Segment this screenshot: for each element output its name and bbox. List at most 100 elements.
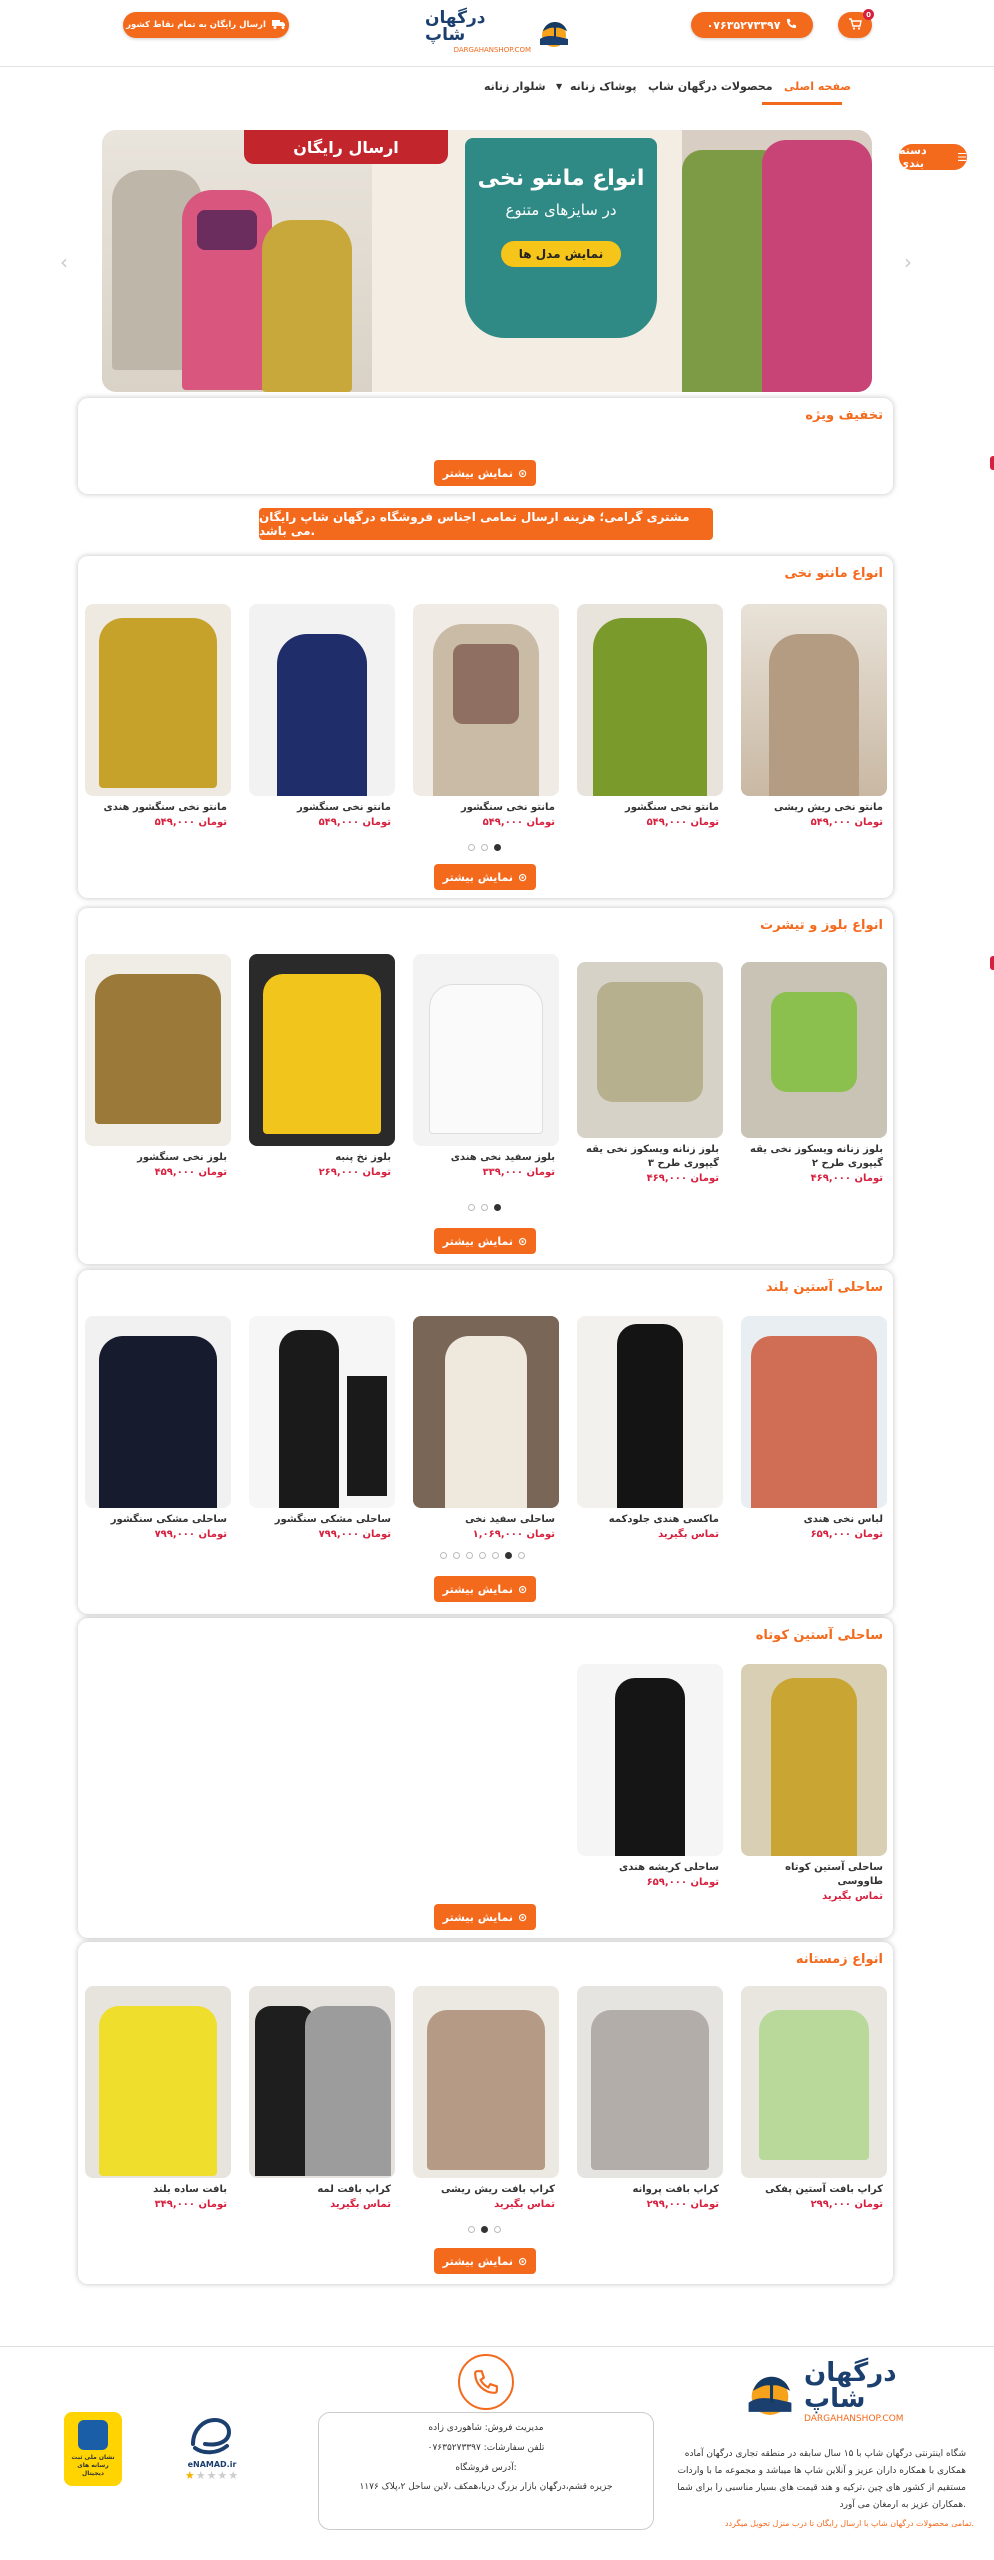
product-name[interactable]: ماکسی هندی جلودکمه	[577, 1513, 723, 1527]
product-name[interactable]: ساحلی کریشه هندی	[577, 1861, 723, 1875]
product-card[interactable]: کراپ بافت ریش ریشی تماس بگیرید	[413, 1986, 559, 2210]
side-widget-tab[interactable]	[990, 456, 994, 470]
carousel-dot[interactable]	[518, 1552, 525, 1559]
section-more-button[interactable]: نمایش بیشتر ⊙	[434, 1228, 536, 1254]
free-shipping-banner[interactable]: ارسال رایگان به تمام نقاط کشور	[123, 12, 289, 38]
order-phone[interactable]: تلفن سفارشات: ۰۷۶۳۵۲۷۳۳۹۷	[329, 2439, 643, 2459]
carousel-dot[interactable]	[505, 1552, 512, 1559]
product-name[interactable]: مانتو نخی سنگشور	[249, 801, 395, 815]
product-card[interactable]: بلوز نخی سنگشور ۴۵۹,۰۰۰ تومان	[85, 954, 231, 1178]
side-widget-tab[interactable]	[990, 956, 994, 970]
carousel-dots[interactable]	[440, 1552, 525, 1559]
carousel-dot[interactable]	[492, 1552, 499, 1559]
cart-button[interactable]: 0	[838, 9, 874, 38]
product-name[interactable]: مانتو نخی سنگشور	[577, 801, 723, 815]
product-image[interactable]	[577, 1316, 723, 1508]
product-image[interactable]	[249, 1316, 395, 1508]
product-card[interactable]: ماکسی هندی جلودکمه تماس بگیرید	[577, 1316, 723, 1540]
product-image[interactable]	[85, 954, 231, 1146]
nav-home[interactable]: صفحه اصلی	[784, 80, 851, 93]
footer-logo[interactable]: درگهان شاپ DARGAHANSHOP.COM	[744, 2360, 920, 2424]
product-name[interactable]: ساحلی مشکی سنگشور	[249, 1513, 395, 1527]
phone-button[interactable]: ۰۷۶۳۵۲۷۳۳۹۷	[691, 12, 813, 38]
product-name[interactable]: بلوز زنانه ویسکوز نخی یقه گیپوری طرح ۲	[741, 1143, 887, 1171]
carousel-dot[interactable]	[481, 2226, 488, 2233]
product-image[interactable]	[741, 1664, 887, 1856]
product-name[interactable]: کراپ بافت آستین پفکی	[741, 2183, 887, 2197]
product-card[interactable]: مانتو نخی سنگشور هندی ۵۴۹,۰۰۰ تومان	[85, 604, 231, 828]
carousel-dot[interactable]	[494, 844, 501, 851]
site-logo[interactable]: درگهان شاپ DARGAHANSHOP.COM	[425, 8, 571, 56]
categories-button[interactable]: دسته بندی ☰	[899, 144, 967, 170]
product-name[interactable]: بافت ساده بلند	[85, 2183, 231, 2197]
product-image[interactable]	[577, 604, 723, 796]
product-card[interactable]: کراپ بافت لمه تماس بگیرید	[249, 1986, 395, 2210]
carousel-dot[interactable]	[440, 1552, 447, 1559]
product-image[interactable]	[577, 962, 723, 1138]
product-name[interactable]: لباس نخی هندی	[741, 1513, 887, 1527]
product-name[interactable]: بلوز زنانه ویسکوز نخی یقه گیپوری طرح ۳	[577, 1143, 723, 1171]
product-image[interactable]	[413, 1986, 559, 2178]
product-card[interactable]: کراپ بافت پروانه ۲۹۹,۰۰۰ تومان	[577, 1986, 723, 2210]
carousel-dot[interactable]	[466, 1552, 473, 1559]
section-more-button[interactable]: نمایش بیشتر ⊙	[434, 864, 536, 890]
product-card[interactable]: لباس نخی هندی ۶۵۹,۰۰۰ تومان	[741, 1316, 887, 1540]
product-name[interactable]: ساحلی آستین کوتاه طاووسی	[741, 1861, 887, 1889]
carousel-dots[interactable]	[468, 1204, 501, 1211]
product-image[interactable]	[741, 1986, 887, 2178]
product-name[interactable]: بلوز نخی سنگشور	[85, 1151, 231, 1165]
product-name[interactable]: ساحلی سفید نخی	[413, 1513, 559, 1527]
nav-women-clothing[interactable]: پوشاک زنانه	[570, 80, 636, 93]
product-image[interactable]	[85, 1986, 231, 2178]
carousel-dot[interactable]	[453, 1552, 460, 1559]
slide-cta[interactable]: نمایش مدل ها	[500, 241, 622, 267]
nav-women-pants[interactable]: شلوار زنانه	[484, 80, 546, 93]
product-image[interactable]	[85, 604, 231, 796]
product-card[interactable]: بافت ساده بلند ۳۴۹,۰۰۰ تومان	[85, 1986, 231, 2210]
footer-phone-icon[interactable]	[458, 2354, 514, 2410]
product-image[interactable]	[413, 1316, 559, 1508]
carousel-dot[interactable]	[468, 1204, 475, 1211]
product-name[interactable]: ساحلی مشکی سنگشور	[85, 1513, 231, 1527]
product-card[interactable]: مانتو نخی ریش ریشی ۵۴۹,۰۰۰ تومان	[741, 604, 887, 828]
section-more-button[interactable]: نمایش بیشتر ⊙	[434, 1904, 536, 1930]
carousel-dot[interactable]	[494, 1204, 501, 1211]
product-card[interactable]: ساحلی مشکی سنگشور ۷۹۹,۰۰۰ تومان	[249, 1316, 395, 1540]
product-image[interactable]	[249, 604, 395, 796]
carousel-dot[interactable]	[468, 844, 475, 851]
special-more-button[interactable]: نمایش بیشتر ⊙	[434, 460, 536, 486]
carousel-dots[interactable]	[468, 844, 501, 851]
carousel-dot[interactable]	[468, 2226, 475, 2233]
product-card[interactable]: بلوز سفید نخی هندی ۳۳۹,۰۰۰ تومان	[413, 954, 559, 1178]
carousel-dot[interactable]	[479, 1552, 486, 1559]
product-image[interactable]	[741, 962, 887, 1138]
product-card[interactable]: بلوز زنانه ویسکوز نخی یقه گیپوری طرح ۳ ۴…	[577, 962, 723, 1184]
section-more-button[interactable]: نمایش بیشتر ⊙	[434, 2248, 536, 2274]
product-card[interactable]: ساحلی مشکی سنگشور ۷۹۹,۰۰۰ تومان	[85, 1316, 231, 1540]
product-image[interactable]	[741, 604, 887, 796]
product-image[interactable]	[577, 1986, 723, 2178]
product-card[interactable]: ساحلی آستین کوتاه طاووسی تماس بگیرید	[741, 1664, 887, 1902]
nav-products[interactable]: محصولات درگهان شاپ	[648, 80, 773, 93]
product-card[interactable]: کراپ بافت آستین پفکی ۲۹۹,۰۰۰ تومان	[741, 1986, 887, 2210]
product-image[interactable]	[85, 1316, 231, 1508]
product-name[interactable]: مانتو نخی سنگشور هندی	[85, 801, 231, 815]
product-image[interactable]	[413, 604, 559, 796]
product-card[interactable]: ساحلی سفید نخی ۱,۰۶۹,۰۰۰ تومان	[413, 1316, 559, 1540]
product-name[interactable]: کراپ بافت پروانه	[577, 2183, 723, 2197]
carousel-dots[interactable]	[468, 2226, 501, 2233]
product-card[interactable]: ساحلی کریشه هندی ۶۵۹,۰۰۰ تومان	[577, 1664, 723, 1888]
product-image[interactable]	[249, 1986, 395, 2178]
product-card[interactable]: بلوز زنانه ویسکوز نخی یقه گیپوری طرح ۲ ۴…	[741, 962, 887, 1184]
product-image[interactable]	[413, 954, 559, 1146]
product-card[interactable]: بلوز نخ پنبه ۲۶۹,۰۰۰ تومان	[249, 954, 395, 1178]
enamad-badge[interactable]: eNAMAD.ir ★★★★★	[172, 2414, 252, 2498]
product-card[interactable]: مانتو نخی سنگشور ۵۴۹,۰۰۰ تومان	[413, 604, 559, 828]
product-name[interactable]: بلوز سفید نخی هندی	[413, 1151, 559, 1165]
product-image[interactable]	[249, 954, 395, 1146]
product-image[interactable]	[577, 1664, 723, 1856]
slider-next-arrow[interactable]: ›	[904, 250, 912, 274]
product-name[interactable]: کراپ بافت لمه	[249, 2183, 395, 2197]
slider-prev-arrow[interactable]: ‹	[60, 250, 68, 274]
carousel-dot[interactable]	[481, 844, 488, 851]
